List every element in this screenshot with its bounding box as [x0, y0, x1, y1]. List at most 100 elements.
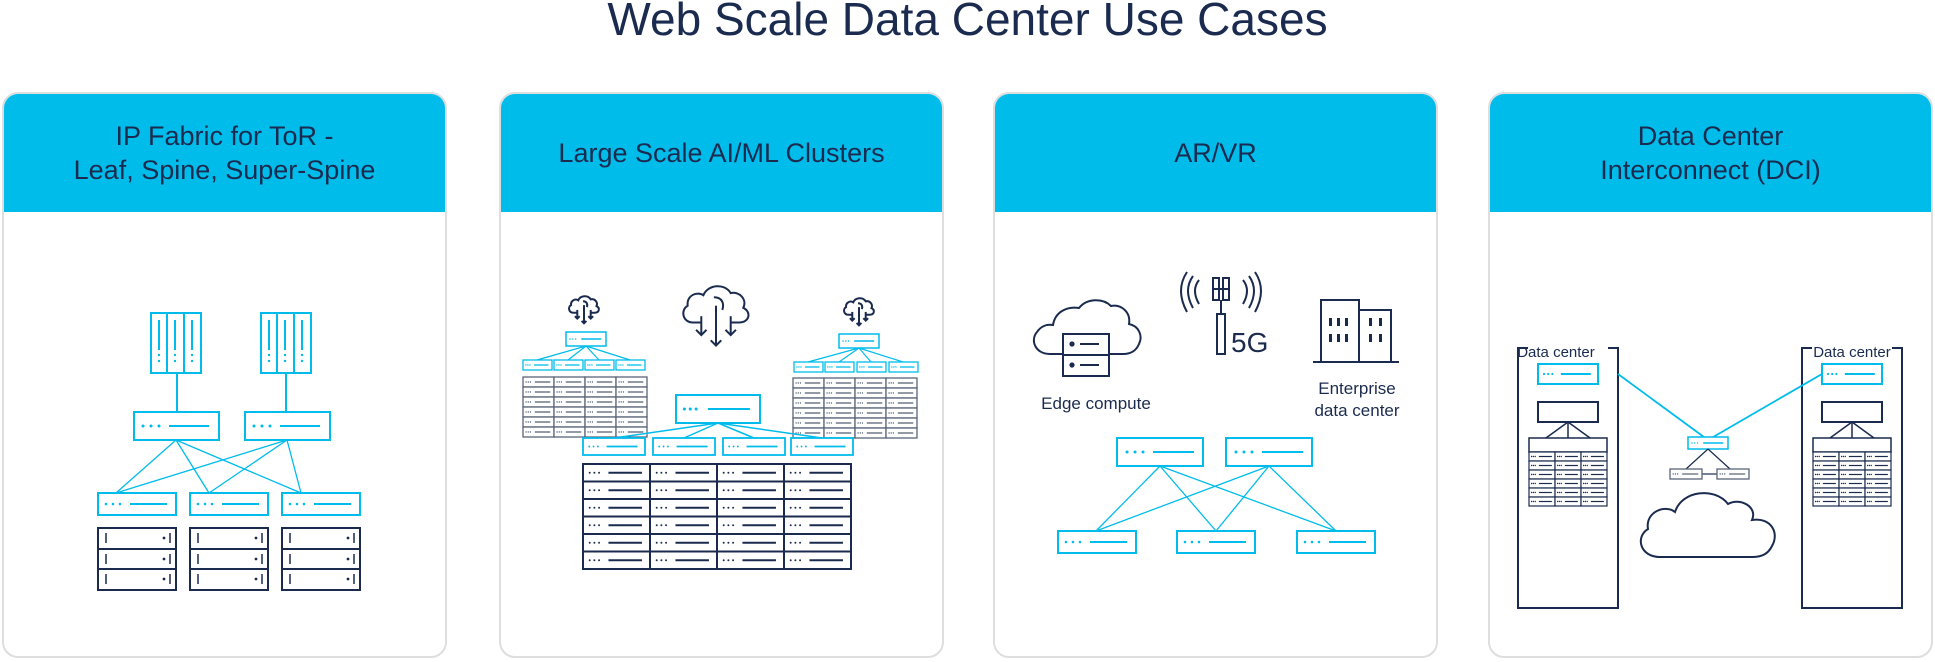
server-unit — [582, 533, 651, 553]
server-unit — [1580, 469, 1608, 480]
enterprise-label-line1: Enterprise — [1318, 379, 1395, 398]
server-unit — [1864, 478, 1892, 489]
server-unit — [823, 407, 856, 419]
page-title: Web Scale Data Center Use Cases — [607, 0, 1328, 45]
switch-icon — [1821, 363, 1883, 385]
server-unit — [615, 406, 648, 418]
server-unit — [1812, 469, 1840, 480]
server-unit — [1528, 487, 1556, 498]
server-unit — [885, 417, 918, 429]
server-unit — [885, 387, 918, 399]
ai-ml-diagram — [501, 212, 942, 656]
server-unit — [716, 480, 785, 500]
switch-icon — [615, 359, 646, 371]
server-racks — [97, 527, 361, 591]
server-unit — [584, 416, 617, 428]
server-unit — [792, 397, 825, 409]
server-unit — [615, 416, 648, 428]
switch-icon — [722, 437, 786, 456]
ar-vr-diagram: Edge compute 5G Enterprise data center — [995, 212, 1436, 656]
server-unit — [1838, 478, 1866, 489]
gpu-server-rack — [792, 377, 918, 439]
server-unit — [584, 406, 617, 418]
server-unit — [823, 417, 856, 429]
server-unit — [1864, 487, 1892, 498]
server-unit — [1580, 487, 1608, 498]
card-dci: Data Center Interconnect (DCI) Data cent… — [1488, 92, 1933, 658]
super-spine-switch-1 — [150, 312, 202, 374]
switch-icon — [1687, 436, 1729, 450]
card-header: IP Fabric for ToR - Leaf, Spine, Super-S… — [4, 94, 445, 212]
switch-icon — [793, 361, 824, 373]
server-unit — [553, 376, 586, 388]
server-unit — [615, 386, 648, 398]
server-unit — [522, 426, 555, 438]
server-unit — [1838, 460, 1866, 471]
server-unit — [649, 533, 718, 553]
server-unit — [783, 550, 852, 570]
server-unit — [522, 416, 555, 428]
server-unit — [522, 406, 555, 418]
card-title: AR/VR — [1174, 138, 1257, 168]
server-unit — [783, 463, 852, 483]
card-title: IP Fabric for ToR - Leaf, Spine, Super-S… — [73, 121, 376, 185]
data-center-right — [1801, 347, 1903, 609]
server-unit — [1554, 460, 1582, 471]
switch-icon — [553, 359, 584, 371]
server-unit — [854, 377, 887, 389]
server-unit — [823, 377, 856, 389]
server-unit — [649, 515, 718, 535]
card-title: Data Center Interconnect (DCI) — [1600, 121, 1821, 185]
server-unit — [1528, 478, 1556, 489]
switch-icon — [582, 437, 646, 456]
data-center-label-left: Data center — [1517, 344, 1595, 361]
server-rack — [1528, 451, 1608, 507]
server-unit — [1812, 451, 1840, 462]
router-box — [1821, 401, 1883, 423]
cloud-download-icon — [682, 285, 750, 348]
server-unit — [823, 387, 856, 399]
server-unit — [553, 386, 586, 398]
server-unit — [1838, 469, 1866, 480]
server-unit — [522, 376, 555, 388]
server-unit — [584, 396, 617, 408]
enterprise-building-icon — [1313, 299, 1399, 363]
card-title: Large Scale AI/ML Clusters — [558, 138, 885, 168]
server-unit — [885, 427, 918, 439]
server-unit — [584, 426, 617, 438]
server-unit — [854, 427, 887, 439]
edge-compute-label: Edge compute — [1041, 394, 1151, 413]
switch-icon — [1537, 363, 1599, 385]
server-unit — [854, 387, 887, 399]
server-unit — [716, 463, 785, 483]
switch-icon — [838, 333, 880, 349]
server-unit — [1864, 496, 1892, 507]
wan-cloud-icon — [1639, 492, 1776, 558]
server-unit — [854, 397, 887, 409]
server-unit — [1528, 460, 1556, 471]
switch-icon — [790, 437, 854, 456]
card-header: Data Center Interconnect (DCI) — [1490, 94, 1931, 212]
server-unit — [1838, 487, 1866, 498]
server-unit — [823, 397, 856, 409]
server-unit — [1528, 451, 1556, 462]
server-unit — [553, 396, 586, 408]
server-unit — [783, 533, 852, 553]
server-unit — [522, 386, 555, 398]
server-unit — [1554, 487, 1582, 498]
server-unit — [792, 407, 825, 419]
data-center-left — [1517, 347, 1619, 609]
server-unit — [582, 515, 651, 535]
server-unit — [1528, 496, 1556, 507]
dci-diagram: Data center Data center — [1490, 212, 1931, 656]
server-unit — [582, 463, 651, 483]
server-unit — [582, 480, 651, 500]
card-ai-ml: Large Scale AI/ML Clusters — [499, 92, 944, 658]
server-unit — [854, 407, 887, 419]
data-center-label-right: Data center — [1813, 344, 1891, 361]
server-unit — [1838, 496, 1866, 507]
server-unit — [553, 416, 586, 428]
server-unit — [553, 426, 586, 438]
server-unit — [885, 407, 918, 419]
server-unit — [823, 427, 856, 439]
